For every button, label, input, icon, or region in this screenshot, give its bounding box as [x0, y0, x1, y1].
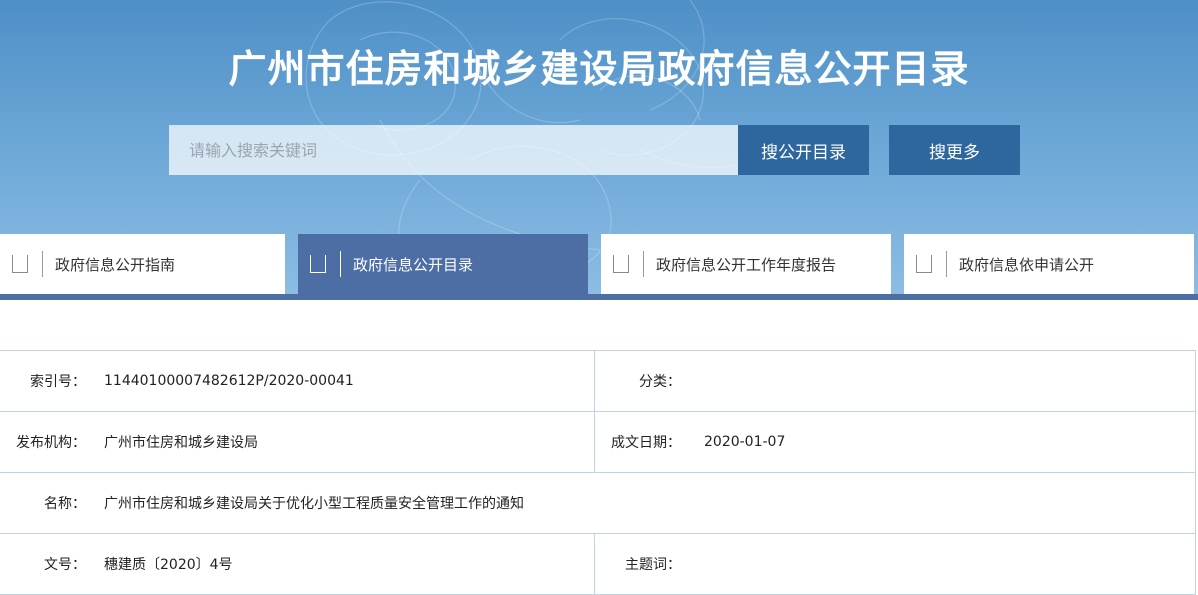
tab-bar: 政府信息公开指南 政府信息公开目录 政府信息公开工作年度报告 政府信息依申请公开 [0, 234, 1198, 294]
index-value: 11440100007482612P/2020-00041 [104, 373, 354, 389]
document-tab-icon [916, 255, 932, 273]
tab-label: 政府信息公开目录 [353, 255, 474, 274]
tab-divider [643, 251, 644, 277]
search-catalog-button[interactable]: 搜公开目录 [738, 125, 869, 175]
document-tab-icon [613, 255, 629, 273]
docno-value: 穗建质〔2020〕4号 [104, 557, 233, 573]
tab-label: 政府信息公开工作年度报告 [656, 255, 837, 274]
tab-divider [42, 251, 43, 277]
header-banner: 广州市住房和城乡建设局政府信息公开目录 搜公开目录 搜更多 政府信息公开指南 政… [0, 0, 1198, 300]
category-label: 分类： [639, 374, 681, 390]
tab-underline-bar [0, 294, 1198, 300]
docno-label: 文号： [44, 557, 86, 573]
document-tab-icon [310, 255, 326, 273]
date-label: 成文日期： [611, 435, 681, 451]
tab-divider [340, 251, 341, 277]
document-tab-icon [12, 255, 28, 273]
subject-value [704, 534, 1184, 594]
tab-annual-report[interactable]: 政府信息公开工作年度报告 [601, 234, 891, 294]
date-value: 2020-01-07 [704, 434, 786, 450]
category-value [704, 351, 1184, 411]
table-row: 索引号： 11440100007482612P/2020-00041 分类： [0, 351, 1195, 412]
document-info-table: 索引号： 11440100007482612P/2020-00041 分类： 发… [0, 350, 1196, 595]
table-row: 文号： 穗建质〔2020〕4号 主题词： [0, 534, 1195, 595]
tab-application[interactable]: 政府信息依申请公开 [904, 234, 1194, 294]
publisher-label: 发布机构： [16, 435, 86, 451]
name-label: 名称： [44, 496, 86, 512]
table-row: 发布机构： 广州市住房和城乡建设局 成文日期： 2020-01-07 [0, 412, 1195, 473]
publisher-value: 广州市住房和城乡建设局 [104, 435, 258, 451]
search-input[interactable] [169, 125, 738, 175]
page-title: 广州市住房和城乡建设局政府信息公开目录 [228, 47, 970, 91]
name-value: 广州市住房和城乡建设局关于优化小型工程质量安全管理工作的通知 [104, 496, 524, 512]
tab-guide[interactable]: 政府信息公开指南 [0, 234, 285, 294]
table-row: 名称： 广州市住房和城乡建设局关于优化小型工程质量安全管理工作的通知 [0, 473, 1195, 534]
search-more-button[interactable]: 搜更多 [889, 125, 1020, 175]
subject-label: 主题词： [625, 557, 681, 573]
tab-label: 政府信息公开指南 [55, 255, 176, 274]
tab-label: 政府信息依申请公开 [959, 255, 1095, 274]
tab-catalog[interactable]: 政府信息公开目录 [298, 234, 588, 294]
tab-divider [946, 251, 947, 277]
index-label: 索引号： [30, 374, 86, 390]
